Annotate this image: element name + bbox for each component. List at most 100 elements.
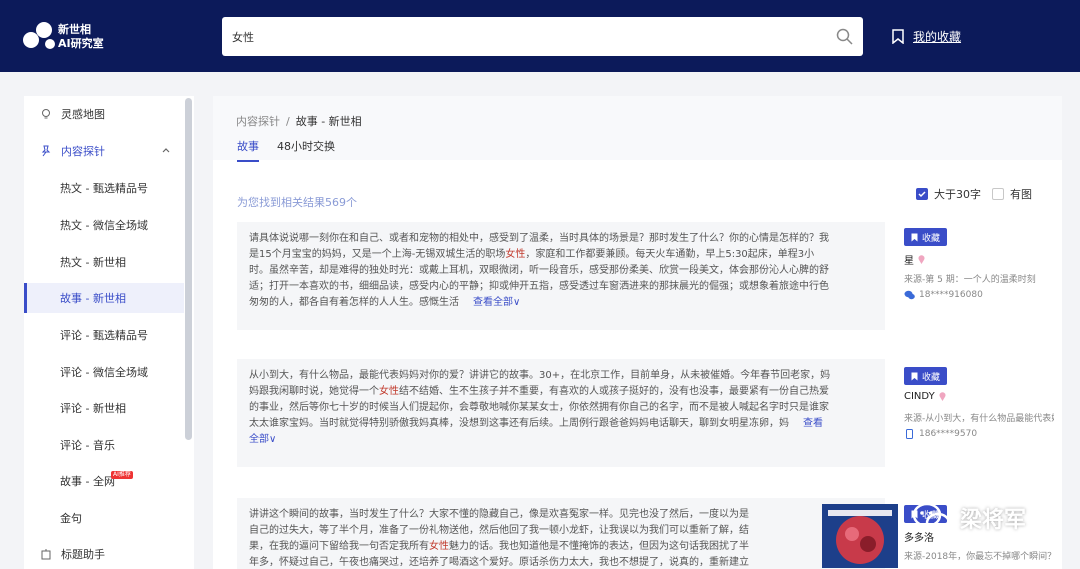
breadcrumb-parent[interactable]: 内容探针 [236,115,280,128]
title-helper-icon [41,549,51,560]
story-text-segment: 从小到大，有什么物品，最能代表妈妈对你的爱？讲讲它的故事。30+，在北京工作，目… [249,370,831,381]
story-text-segment: 妈跟我闲聊时说，她觉得一个 [249,386,379,397]
sidebar: 灵感地图 内容探针 热文 - 甄选精品号 热文 - 微信全场域 热文 - 新世相… [24,96,194,569]
story-text-segment: 结不结婚、生不生孩子并不重要，有喜欢的人或孩子挺好的，没有也没事，最要紧有一份自… [399,386,829,397]
story-line: 时。虽然辛苦，却是难得的独处时光：或戴上耳机，双眼微闭，听一段音乐，感受那份柔美… [249,263,829,279]
logo-text: 新世相 AI研究室 [58,23,104,51]
story-text-segment: 匆匆的人，都各自有着怎样的人人生。感慨生活 [249,297,459,308]
filter-label: 有图 [1010,188,1032,201]
filter-label: 大于30字 [934,188,981,201]
sidebar-item-label: 故事 - 全网 [60,475,115,488]
top-header: 新世相 AI研究室 我的收藏 [0,0,1080,72]
sidebar-item-comment-wechat[interactable]: 评论 - 微信全场域 [24,357,184,387]
lightbulb-icon [42,109,50,119]
story-text-segment: 讲讲这个瞬间的故事，当时发生了什么？大家不懂的隐藏自己，像是欢喜冤家一样。见完也… [249,509,749,520]
story-text-segment: 时。虽然辛苦，却是难得的独处时光：或戴上耳机，双眼微闭，听一段音乐，感受那份柔美… [249,265,829,276]
story-card[interactable]: 讲讲这个瞬间的故事，当时发生了什么？大家不懂的隐藏自己，像是欢喜冤家一样。见完也… [237,498,898,569]
story-text-segment: 的事业，然后等你七十岁的时候当人们提起你，会尊敬地喊你某某女士，你依然拥有你自己… [249,402,829,413]
sidebar-item-title-helper[interactable]: 标题助手 [24,539,184,569]
story-line: 从小到大，有什么物品，最能代表妈妈对你的爱？讲讲它的故事。30+，在北京工作，目… [249,368,830,384]
contact-text: 18****916080 [919,290,983,300]
sidebar-scrollbar[interactable] [185,98,192,440]
my-favorites-label: 我的收藏 [913,30,962,44]
phone-icon [906,429,913,439]
story-line: 讲讲这个瞬间的故事，当时发生了什么？大家不懂的隐藏自己，像是欢喜冤家一样。见完也… [249,507,749,523]
watermark: 梁将军 [912,501,1026,535]
story-text: 讲讲这个瞬间的故事，当时发生了什么？大家不懂的隐藏自己，像是欢喜冤家一样。见完也… [249,507,749,569]
logo[interactable]: 新世相 AI研究室 [22,18,112,54]
chevron-up-icon[interactable] [162,147,170,153]
author-label: CINDY [904,391,935,402]
keyword-highlight: 女性 [429,541,449,552]
favorite-button[interactable]: 收藏 [904,228,947,246]
story-line: 匆匆的人，都各自有着怎样的人人生。感慨生活 查看全部∨ [249,295,829,311]
watermark-text: 梁将军 [960,508,1027,533]
story-line: 的事业，然后等你七十岁的时候当人们提起你，会尊敬地喊你某某女士，你依然拥有你自己… [249,400,830,416]
sidebar-item-label: 标题助手 [61,548,105,561]
story-line: 请具体说说哪一刻你在和自己、或者和宠物的相处中，感受到了温柔，当时具体的场景是？… [249,231,829,247]
sidebar-item-label: 评论 - 音乐 [60,439,115,452]
result-count: 为您找到相关结果569个 [237,196,357,209]
sidebar-item-story-web[interactable]: 故事 - 全网 AI推荐 [24,466,184,496]
contact-info: 18****916080 [904,290,983,300]
sidebar-item-label: 热文 - 甄选精品号 [60,182,148,195]
author-name[interactable]: CINDY [904,391,946,402]
sidebar-item-inspiration-map[interactable]: 灵感地图 [24,99,184,129]
story-card[interactable]: 从小到大，有什么物品，最能代表妈妈对你的爱？讲讲它的故事。30+，在北京工作，目… [237,359,885,467]
sidebar-item-label: 评论 - 新世相 [60,402,126,415]
story-line: 适；打开一本喜欢的书，细细品读，感受内心的平静；抑或伸开五指，感受透过车窗洒进来… [249,279,829,295]
logo-line2: AI研究室 [58,37,104,50]
favorite-button[interactable]: 收藏 [904,367,947,385]
search-icon[interactable] [836,28,853,45]
author-label: 星 [904,256,914,267]
filter-has-image[interactable]: 有图 [992,186,1032,202]
view-all-link[interactable]: 查看 [803,418,823,429]
view-all-link[interactable]: 查看全部∨ [473,297,520,308]
checkbox-checked-icon[interactable] [916,188,928,200]
story-line: 自己的过失大，等了半个月，准备了一份礼物送他，然后他回了我一顿小龙虾，让我误以为… [249,523,749,539]
story-text-segment: 果，在我的逼问下留给我一句否定我所有 [249,541,429,552]
sidebar-item-comment-music[interactable]: 评论 - 音乐 [24,430,184,460]
sidebar-item-hot-wechat[interactable]: 热文 - 微信全场域 [24,210,184,240]
ai-badge: AI推荐 [110,471,133,479]
story-text-segment: 适；打开一本喜欢的书，细细品读，感受内心的平静；抑或伸开五指，感受透过车窗洒进来… [249,281,829,292]
source-text: 来源-从小到大，有什么物品最能代表妈妈对你的爱？ [904,414,1054,424]
main-panel: 内容探针 / 故事 - 新世相 故事 48小时交换 为您找到相关结果569个 大于3… [213,96,1062,569]
favorite-label: 收藏 [921,372,940,383]
story-text-segment: 是15个月宝宝的妈妈，又是一个上海-无锡双城生活的职场 [249,249,506,260]
checkbox-unchecked-icon[interactable] [992,188,1004,200]
logo-mark-icon [23,22,55,49]
sidebar-item-hot-xinshixiang[interactable]: 热文 - 新世相 [24,247,184,277]
filter-over-30-chars[interactable]: 大于30字 [916,186,981,202]
sidebar-item-content-probe[interactable]: 内容探针 [24,136,184,166]
sidebar-item-hot-select[interactable]: 热文 - 甄选精品号 [24,173,184,203]
sidebar-item-label: 热文 - 新世相 [60,256,126,269]
story-text-segment: 魅力的话。我也知道他是不懂掩饰的表达，但因为这句话我困扰了半 [449,541,749,552]
story-line: 年多，怀疑过自己，午夜也痛哭过，还培养了喝酒这个爱好。原话杀伤力太大，我也不想提… [249,555,749,569]
contact-info: 186****9570 [904,429,977,439]
story-text: 从小到大，有什么物品，最能代表妈妈对你的爱？讲讲它的故事。30+，在北京工作，目… [249,368,830,448]
main-header: 内容探针 / 故事 - 新世相 故事 48小时交换 [213,96,1062,162]
keyword-highlight: 女性 [505,249,526,260]
story-line: 妈跟我闲聊时说，她觉得一个女性结不结婚、生不生孩子并不重要，有喜欢的人或孩子挺好… [249,384,830,400]
sidebar-item-story-xinshixiang[interactable]: 故事 - 新世相 [24,283,184,313]
sidebar-item-label: 金句 [60,512,82,525]
story-text-segment: 全部∨ [249,434,277,445]
story-card[interactable]: 请具体说说哪一刻你在和自己、或者和宠物的相处中，感受到了温柔，当时具体的场景是？… [237,222,885,330]
story-text: 请具体说说哪一刻你在和自己、或者和宠物的相处中，感受到了温柔，当时具体的场景是？… [249,231,829,311]
my-favorites-link[interactable]: 我的收藏 [892,28,961,45]
sidebar-item-comment-xinshixiang[interactable]: 评论 - 新世相 [24,393,184,423]
breadcrumb: 内容探针 / 故事 - 新世相 [236,113,362,129]
search-input[interactable] [222,17,822,56]
tab-48h-exchange[interactable]: 48小时交换 [277,138,335,160]
sidebar-item-quotes[interactable]: 金句 [24,503,184,533]
sidebar-item-comment-select[interactable]: 评论 - 甄选精品号 [24,320,184,350]
story-line: 太太谁家宝妈。当时就觉得特别骄傲我妈真棒，没想到这事还有后续。上周例行跟爸爸妈妈… [249,416,830,432]
favorite-label: 收藏 [921,233,940,244]
tab-story[interactable]: 故事 [237,138,259,162]
bookmark-icon [911,233,918,241]
story-text-segment: ，家庭和工作都要兼顾。每天火车通勤，早上5:30起床，单程3小 [525,249,815,260]
story-image[interactable] [822,504,898,568]
keyword-highlight: 女性 [379,386,399,397]
author-name[interactable]: 星 [904,252,925,267]
